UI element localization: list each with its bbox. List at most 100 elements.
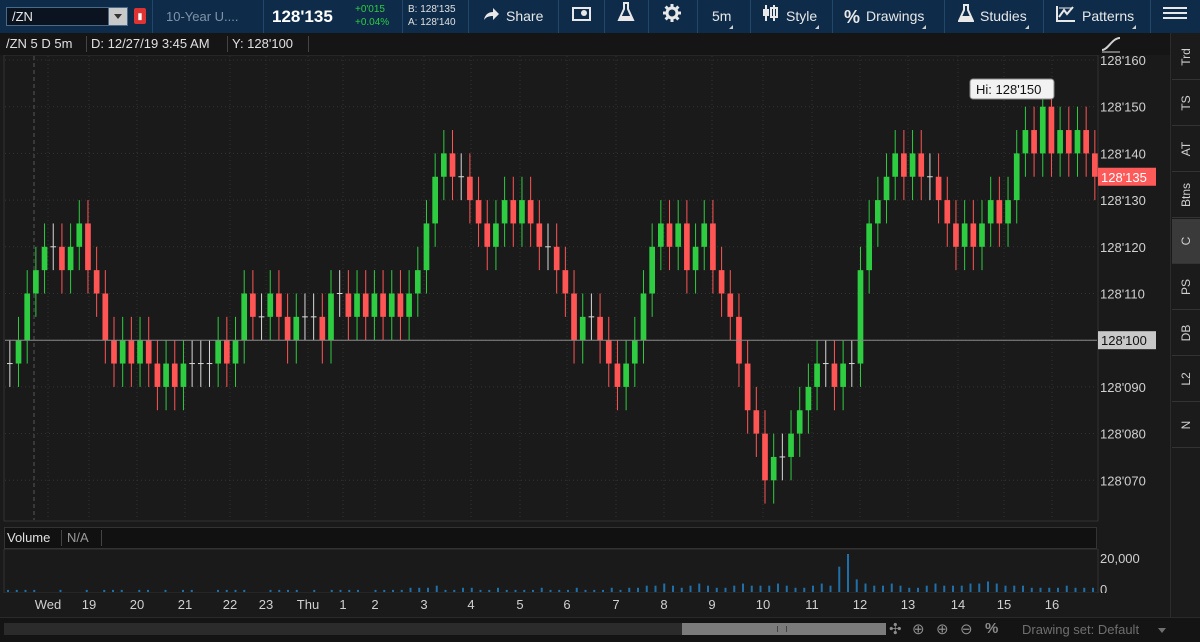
drawing-set-dropdown-icon[interactable] [1158, 628, 1166, 633]
volume-bar [952, 585, 954, 592]
horizontal-scrollbar[interactable] [4, 623, 886, 635]
volume-bar [1083, 587, 1086, 592]
right-rail-tab-l2[interactable]: L2 [1172, 357, 1200, 402]
style-label: Style [786, 8, 818, 24]
volume-bar [1022, 585, 1024, 592]
volume-bar [374, 589, 377, 592]
volume-bar [698, 583, 701, 592]
link-group-icon[interactable]: ▮ [134, 8, 146, 24]
volume-chart[interactable]: 20,000 0 [0, 549, 1170, 593]
studies-button[interactable]: Studies [957, 0, 1029, 33]
patterns-button[interactable]: Patterns [1056, 0, 1137, 34]
toolbar-divider [402, 0, 403, 33]
right-rail-tab-btns[interactable]: Btns [1172, 173, 1200, 218]
volume-value: N/A [67, 530, 89, 545]
x-tick-label: 15 [996, 597, 1012, 612]
zoom-in-icon[interactable]: ⊕ [936, 620, 949, 638]
y-readout: Y: 128'100 [232, 36, 294, 51]
right-rail-tab-ts[interactable]: TS [1172, 81, 1200, 126]
volume-bar [672, 585, 674, 592]
volume-bar [7, 589, 9, 592]
right-rail-tab-at[interactable]: AT [1172, 127, 1200, 172]
patterns-icon [1056, 1, 1076, 34]
right-rail-tab-trd[interactable]: Trd [1172, 35, 1200, 80]
right-rail-tab-db[interactable]: DB [1172, 311, 1200, 356]
toolbar-divider [944, 0, 945, 33]
pan-icon[interactable]: ✣ [889, 620, 902, 638]
crosshair-icon[interactable]: ⊕ [912, 620, 925, 638]
scrollbar-grip-icon [777, 626, 787, 632]
more-options-button[interactable] [1163, 0, 1187, 33]
volume-bar [689, 585, 692, 592]
volume-bar [803, 587, 806, 592]
toolbar-divider [263, 0, 264, 33]
toolbar-divider [468, 0, 469, 33]
volume-bar [812, 585, 814, 592]
x-tick-label: 8 [660, 597, 668, 612]
volume-bar [750, 585, 753, 592]
timeframe-button[interactable]: 5m [712, 0, 734, 33]
drawing-set-selector[interactable]: Drawing set: Default [1022, 622, 1139, 637]
right-rail-tab-ps[interactable]: PS [1172, 265, 1200, 310]
y-tick-label: 128'080 [1100, 427, 1146, 442]
x-tick-label: 2 [371, 597, 379, 612]
right-rail-tab-label: Trd [1179, 48, 1193, 66]
right-rail-tab-n[interactable]: N [1172, 403, 1200, 448]
header-divider [308, 36, 309, 52]
volume-bar [295, 589, 298, 592]
volume-bar [619, 589, 622, 592]
volume-bar [182, 589, 184, 592]
x-tick-label: 20 [129, 597, 145, 612]
volume-bar [768, 585, 771, 592]
volume-bar [820, 583, 823, 592]
chart-settings-button[interactable] [572, 0, 598, 33]
volume-bar [882, 585, 884, 592]
volume-bar [1057, 587, 1059, 592]
gear-button[interactable] [663, 0, 687, 33]
volume-bar [838, 566, 841, 592]
volume-bar [1030, 587, 1033, 592]
scrollbar-thumb[interactable] [682, 623, 886, 635]
volume-bar [479, 589, 482, 592]
volume-bar [190, 589, 193, 592]
volume-bar [908, 587, 911, 592]
style-button[interactable]: Style [762, 0, 820, 33]
share-button[interactable]: Share [482, 0, 543, 33]
volume-bar [855, 579, 858, 592]
y-tick-label: 128'150 [1100, 100, 1146, 115]
percent-change: +0.04% [355, 17, 390, 28]
x-tick-label: 4 [467, 597, 475, 612]
volume-bar [663, 583, 666, 592]
x-tick-label: 23 [258, 597, 274, 612]
volume-bar [899, 585, 902, 592]
drawings-button[interactable]: % Drawings [844, 0, 927, 33]
time-axis[interactable]: Wed 19 20 21 22 23 Thu 1 2 3 4 5 6 7 8 9 10 11 12 13 14 15 16 [0, 593, 1170, 617]
volume-bar [1065, 585, 1068, 592]
x-tick-label: 12 [852, 597, 868, 612]
volume-bar [85, 589, 88, 592]
gear-icon [663, 1, 681, 34]
zoom-out-icon[interactable]: ⊖ [960, 620, 973, 638]
toolbar-divider [604, 0, 605, 33]
settings-panel-icon [572, 1, 592, 34]
volume-bar [269, 589, 272, 592]
percent-scale-icon[interactable]: % [985, 620, 998, 637]
flask-button[interactable] [617, 0, 641, 33]
last-price: 128'135 [272, 7, 333, 26]
cursor-price-tag: 128'100 [1098, 331, 1156, 350]
volume-bar [1048, 587, 1051, 592]
symbol-dropdown-button[interactable] [108, 8, 127, 25]
symbol-value: /ZN [12, 9, 33, 24]
right-rail-tab-label: PS [1179, 278, 1193, 296]
symbol-input[interactable]: /ZN [6, 7, 128, 26]
volume-bar [164, 589, 167, 592]
volume-bar [120, 589, 123, 592]
volume-bar [637, 587, 639, 592]
autoscale-icon[interactable] [1100, 35, 1122, 56]
volume-bar [409, 587, 412, 592]
volume-bar [243, 589, 246, 592]
right-rail-tab-c[interactable]: C [1172, 219, 1200, 264]
volume-bar [715, 587, 718, 592]
x-tick-label: Wed [34, 597, 62, 612]
price-chart[interactable]: 128'160 128'150 128'140 128'130 128'120 128'1… [0, 55, 1170, 525]
